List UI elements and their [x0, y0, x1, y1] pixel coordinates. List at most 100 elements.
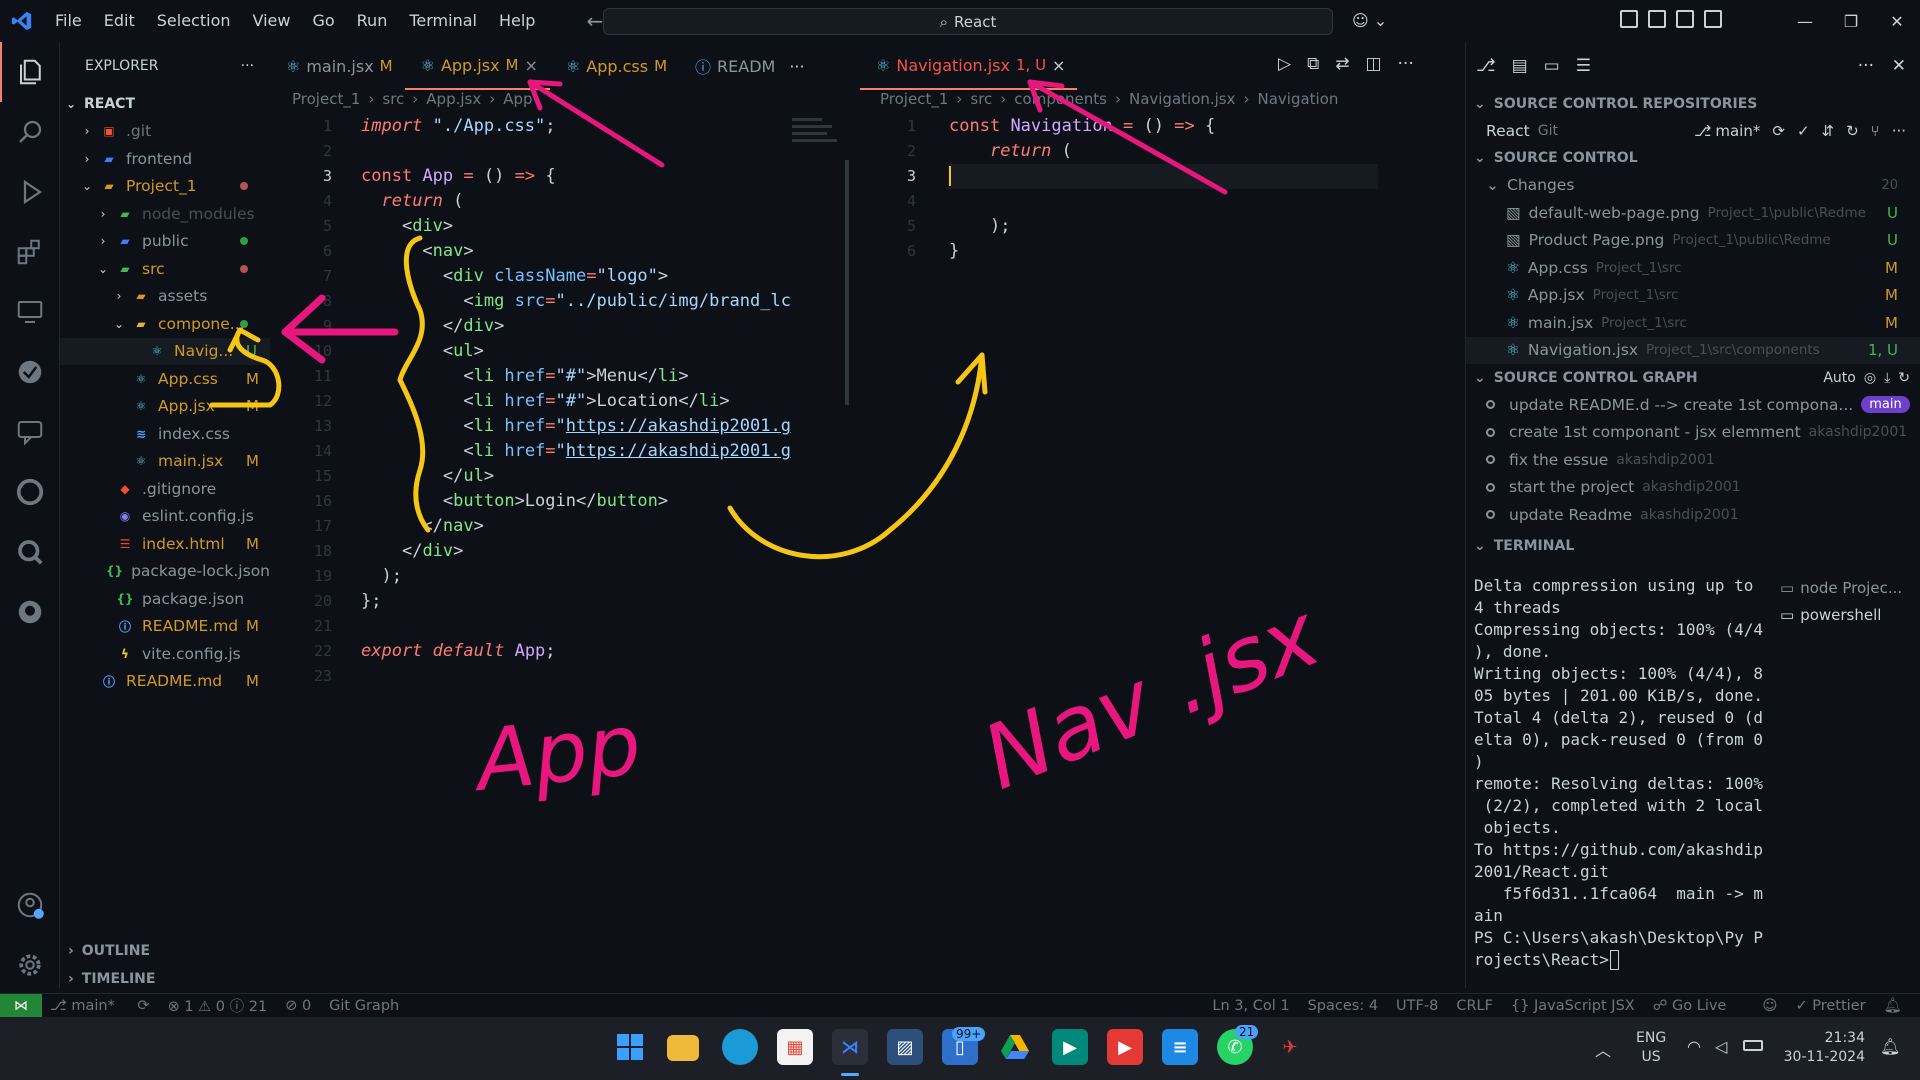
vscode-taskbar-icon[interactable]: ⋊	[832, 1029, 868, 1065]
graph-section-header[interactable]: ⌄ SOURCE CONTROL GRAPH Auto ◎ ⤓ ↻	[1466, 364, 1920, 391]
tree-item[interactable]: ⓘ README.md M	[60, 668, 270, 696]
microsoft-store-icon[interactable]: ▦	[777, 1029, 813, 1065]
refresh-graph-icon[interactable]: ↻	[1898, 370, 1910, 386]
run-icon[interactable]: ▷	[1278, 54, 1291, 74]
source-control-section-header[interactable]: ⌄ SOURCE CONTROL	[1466, 145, 1920, 172]
github-icon[interactable]	[0, 582, 60, 642]
gitlens-icon[interactable]	[0, 522, 60, 582]
tree-item[interactable]: ⚛ Navig... U	[60, 337, 270, 365]
back-arrow-icon[interactable]: ←	[586, 9, 603, 33]
run-debug-icon[interactable]	[0, 162, 60, 222]
volume-icon[interactable]: ◁	[1715, 1037, 1727, 1056]
notification-center-icon[interactable]: 🔔︎	[1880, 1037, 1900, 1056]
youtube-icon[interactable]: ▶	[1107, 1029, 1143, 1065]
status-position[interactable]: Ln 3, Col 1	[1212, 998, 1289, 1014]
minimize-icon[interactable]: —	[1782, 12, 1828, 31]
menu-help[interactable]: Help	[488, 0, 546, 42]
compare-changes-icon[interactable]: ⇄	[1335, 54, 1349, 74]
status-language[interactable]: {} JavaScript JSX	[1511, 998, 1635, 1014]
crumb[interactable]: Navigation	[1258, 90, 1339, 112]
refresh-icon[interactable]: ↻	[1846, 122, 1859, 140]
language-indicator[interactable]: ENG US	[1636, 1029, 1666, 1067]
change-item[interactable]: ▧ default-web-page.png Project_1\public\Re…	[1466, 199, 1920, 227]
settings-gear-icon[interactable]	[0, 935, 60, 995]
notepad-icon[interactable]: ≡	[1162, 1029, 1198, 1065]
tree-item[interactable]: › ▰ public	[60, 228, 270, 256]
tree-item[interactable]: ≋ index.css	[60, 420, 270, 448]
source-control-graph-tab-icon[interactable]: ▤	[1512, 56, 1528, 76]
command-center-search[interactable]: ⌕ React	[603, 8, 1333, 35]
graph-mode-label[interactable]: Auto	[1823, 370, 1856, 386]
testing-icon[interactable]	[0, 342, 60, 402]
menu-terminal[interactable]: Terminal	[398, 0, 488, 42]
change-item[interactable]: ▧ Product Page.png Project_1\public\Redme U	[1466, 227, 1920, 255]
scrollbar-left[interactable]	[845, 160, 849, 405]
status-git-graph[interactable]: Git Graph	[329, 998, 399, 1014]
sync-icon[interactable]: ⟳	[1772, 122, 1785, 140]
windows-start-icon[interactable]	[612, 1029, 648, 1065]
status-golive[interactable]: ☍ Go Live	[1653, 998, 1745, 1014]
change-item[interactable]: ⚛ App.css Project_1\src M	[1466, 254, 1920, 282]
menu-selection[interactable]: Selection	[146, 0, 242, 42]
tree-item[interactable]: ϟ vite.config.js	[60, 640, 270, 668]
close-icon[interactable]: ×	[525, 56, 538, 75]
terminal-item-powershell[interactable]: ▭ powershell	[1780, 601, 1902, 628]
pull-request-icon[interactable]: ⇵	[1822, 122, 1835, 140]
repos-section-header[interactable]: ⌄ SOURCE CONTROL REPOSITORIES	[1466, 90, 1920, 117]
tree-item[interactable]: › ▰ frontend	[60, 145, 270, 173]
menu-view[interactable]: View	[242, 0, 302, 42]
maximize-icon[interactable]: ❐	[1828, 12, 1874, 31]
close-window-icon[interactable]: ✕	[1874, 12, 1920, 31]
menu-run[interactable]: Run	[346, 0, 399, 42]
tree-item[interactable]: ⚛ App.css M	[60, 365, 270, 393]
toggle-secondary-sidebar-icon[interactable]	[1676, 10, 1694, 28]
open-preview-icon[interactable]: ⧉	[1307, 54, 1319, 74]
repo-row[interactable]: React Git ⎇ main* ⟳ ✓ ⇵ ↻ ⑂ ···	[1466, 117, 1920, 145]
search-view-icon[interactable]	[0, 102, 60, 162]
source-control-tab-icon[interactable]: ⎇	[1476, 56, 1496, 76]
tree-item[interactable]: ⚛ main.jsx M	[60, 448, 270, 476]
tree-item[interactable]: ◆ .gitignore	[60, 475, 270, 503]
remote-explorer-icon[interactable]	[0, 282, 60, 342]
crumb[interactable]: Project_1	[880, 90, 948, 112]
copilot-icon[interactable]: ☺ ⌄	[1352, 11, 1387, 30]
tree-item[interactable]: ◉ eslint.config.js	[60, 503, 270, 531]
app-icon-map[interactable]: ▨	[887, 1029, 923, 1065]
close-icon[interactable]: ×	[1052, 56, 1065, 75]
timeline-section[interactable]: › TIMELINE	[68, 971, 155, 987]
remote-indicator-icon[interactable]: ⋈	[0, 993, 42, 1018]
wifi-icon[interactable]: ◠	[1687, 1037, 1701, 1056]
commit-check-icon[interactable]: ✓	[1797, 122, 1810, 140]
change-item[interactable]: ⚛ Navigation.jsx Project_1\src\components 1…	[1466, 336, 1920, 364]
crumb[interactable]: Navigation.jsx	[1129, 90, 1236, 112]
fetch-icon[interactable]: ⤓	[1884, 370, 1890, 386]
tree-item[interactable]: {} package.json	[60, 585, 270, 613]
status-branch[interactable]: ⎇ main* ⟳	[50, 998, 150, 1014]
notifications-bell-icon[interactable]: 🔔︎	[1884, 997, 1902, 1014]
crumb[interactable]: App.jsx	[426, 90, 481, 112]
tree-item[interactable]: ⌄ ▰ compone...	[60, 310, 270, 338]
tab-app-jsx[interactable]: ⚛ App.jsx M ×	[404, 42, 550, 90]
edge-devtools-icon[interactable]	[0, 462, 60, 522]
tabs-more-icon[interactable]: ···	[789, 57, 804, 76]
tab-readme[interactable]: ⓘ READM	[679, 42, 787, 90]
branch-name[interactable]: main*	[1715, 122, 1760, 140]
terminal-output[interactable]: Delta compression using up to 4 threads …	[1474, 575, 1763, 971]
status-copilot-icon[interactable]: ☺	[1762, 998, 1777, 1014]
status-encoding[interactable]: UTF-8	[1396, 998, 1438, 1014]
commit-row[interactable]: update README.d --> create 1st compona..…	[1466, 391, 1920, 419]
changes-header[interactable]: ⌄ Changes 20	[1466, 172, 1920, 200]
crumb[interactable]: src	[382, 90, 404, 112]
crumb[interactable]: Project_1	[292, 90, 360, 112]
panel-close-icon[interactable]: ✕	[1892, 56, 1906, 76]
tree-item[interactable]: › ▣ .git	[60, 118, 270, 146]
file-explorer-icon[interactable]	[667, 1035, 699, 1061]
status-eol[interactable]: CRLF	[1456, 998, 1493, 1014]
repo-more-icon[interactable]: ···	[1892, 122, 1906, 140]
comments-icon[interactable]	[0, 402, 60, 462]
menu-go[interactable]: Go	[301, 0, 345, 42]
split-editor-icon[interactable]: ◫	[1365, 54, 1381, 74]
change-item[interactable]: ⚛ main.jsx Project_1\src M	[1466, 309, 1920, 337]
code-app-jsx[interactable]: import "./App.css"; const App = () => { …	[361, 114, 791, 664]
tree-item[interactable]: ⌄ ▰ src	[60, 255, 270, 283]
